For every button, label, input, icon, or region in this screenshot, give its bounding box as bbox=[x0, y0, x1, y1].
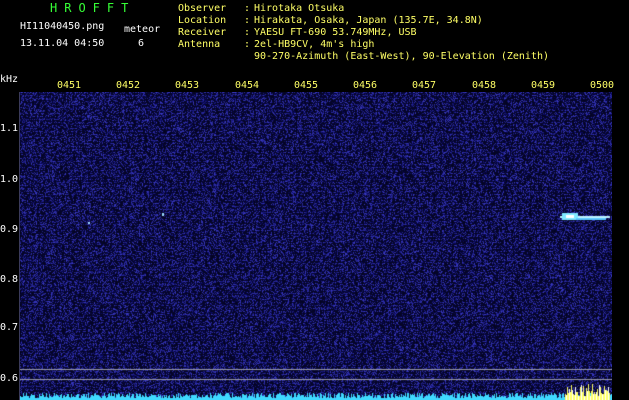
frequency-tick-label: 0.8 bbox=[0, 274, 19, 285]
meta-colon: : bbox=[244, 3, 251, 14]
file-datetime: 13.11.04 04:50 bbox=[20, 38, 105, 49]
time-tick-label: 0451 bbox=[57, 80, 82, 91]
time-tick-label: 0456 bbox=[353, 80, 378, 91]
time-tick-label: 0500 bbox=[590, 80, 615, 91]
program-title: HROFFT bbox=[50, 1, 136, 15]
meta-colon: : bbox=[244, 27, 251, 38]
meta-row-antenna: Antenna:2el-HB9CV, 4m's high bbox=[178, 39, 374, 51]
meta-row-antenna-orientation: 90-270-Azimuth (East-West), 90-Elevation… bbox=[178, 51, 549, 63]
hrofft-window: HROFFT HI11040450.png 13.11.04 04:50 met… bbox=[0, 0, 629, 400]
header-left: HROFFT HI11040450.png 13.11.04 04:50 met… bbox=[0, 0, 170, 70]
time-tick-label: 0458 bbox=[472, 80, 497, 91]
meta-colon: : bbox=[244, 39, 251, 50]
meta-value: Hirotaka Otsuka bbox=[254, 3, 345, 14]
meta-row-receiver: Receiver: YAESU FT-690 53.749MHz, USB bbox=[178, 27, 417, 39]
frequency-tick-label: 0.6 bbox=[0, 373, 19, 384]
time-tick-label: 0452 bbox=[116, 80, 141, 91]
meta-colon: : bbox=[244, 15, 251, 26]
time-tick-label: 0453 bbox=[175, 80, 200, 91]
spectrogram bbox=[20, 92, 612, 400]
time-tick-label: 0455 bbox=[294, 80, 319, 91]
meta-value: 90-270-Azimuth (East-West), 90-Elevation… bbox=[254, 51, 550, 62]
time-tick-label: 0459 bbox=[531, 80, 556, 91]
meta-value: 2el-HB9CV, 4m's high bbox=[254, 39, 375, 50]
meta-key: Receiver bbox=[178, 27, 227, 38]
meta-row-observer: Observer: Hirotaka Otsuka bbox=[178, 3, 344, 15]
meta-key: Location bbox=[178, 15, 227, 26]
meta-key: Observer bbox=[178, 3, 227, 14]
frequency-tick-label: 1.0 bbox=[0, 174, 19, 185]
meta-key: Antenna bbox=[178, 39, 221, 50]
file-name: HI11040450.png bbox=[20, 21, 105, 32]
meta-value: YAESU FT-690 53.749MHz, USB bbox=[254, 27, 417, 38]
time-tick-label: 0457 bbox=[412, 80, 437, 91]
meta-row-location: Location: Hirakata, Osaka, Japan (135.7E,… bbox=[178, 15, 483, 27]
frequency-tick-label: 0.7 bbox=[0, 322, 19, 333]
meteor-label: meteor bbox=[124, 24, 161, 35]
frequency-unit-label: kHz bbox=[0, 74, 19, 85]
meteor-count: 6 bbox=[138, 38, 145, 49]
frequency-tick-label: 0.9 bbox=[0, 224, 19, 235]
time-tick-label: 0454 bbox=[235, 80, 260, 91]
frequency-tick-label: 1.1 bbox=[0, 123, 19, 134]
spectrogram-canvas bbox=[20, 92, 612, 400]
station-info: Observer: Hirotaka Otsuka Location: Hiraka… bbox=[178, 3, 629, 65]
meta-value: Hirakata, Osaka, Japan (135.7E, 34.8N) bbox=[254, 15, 483, 26]
